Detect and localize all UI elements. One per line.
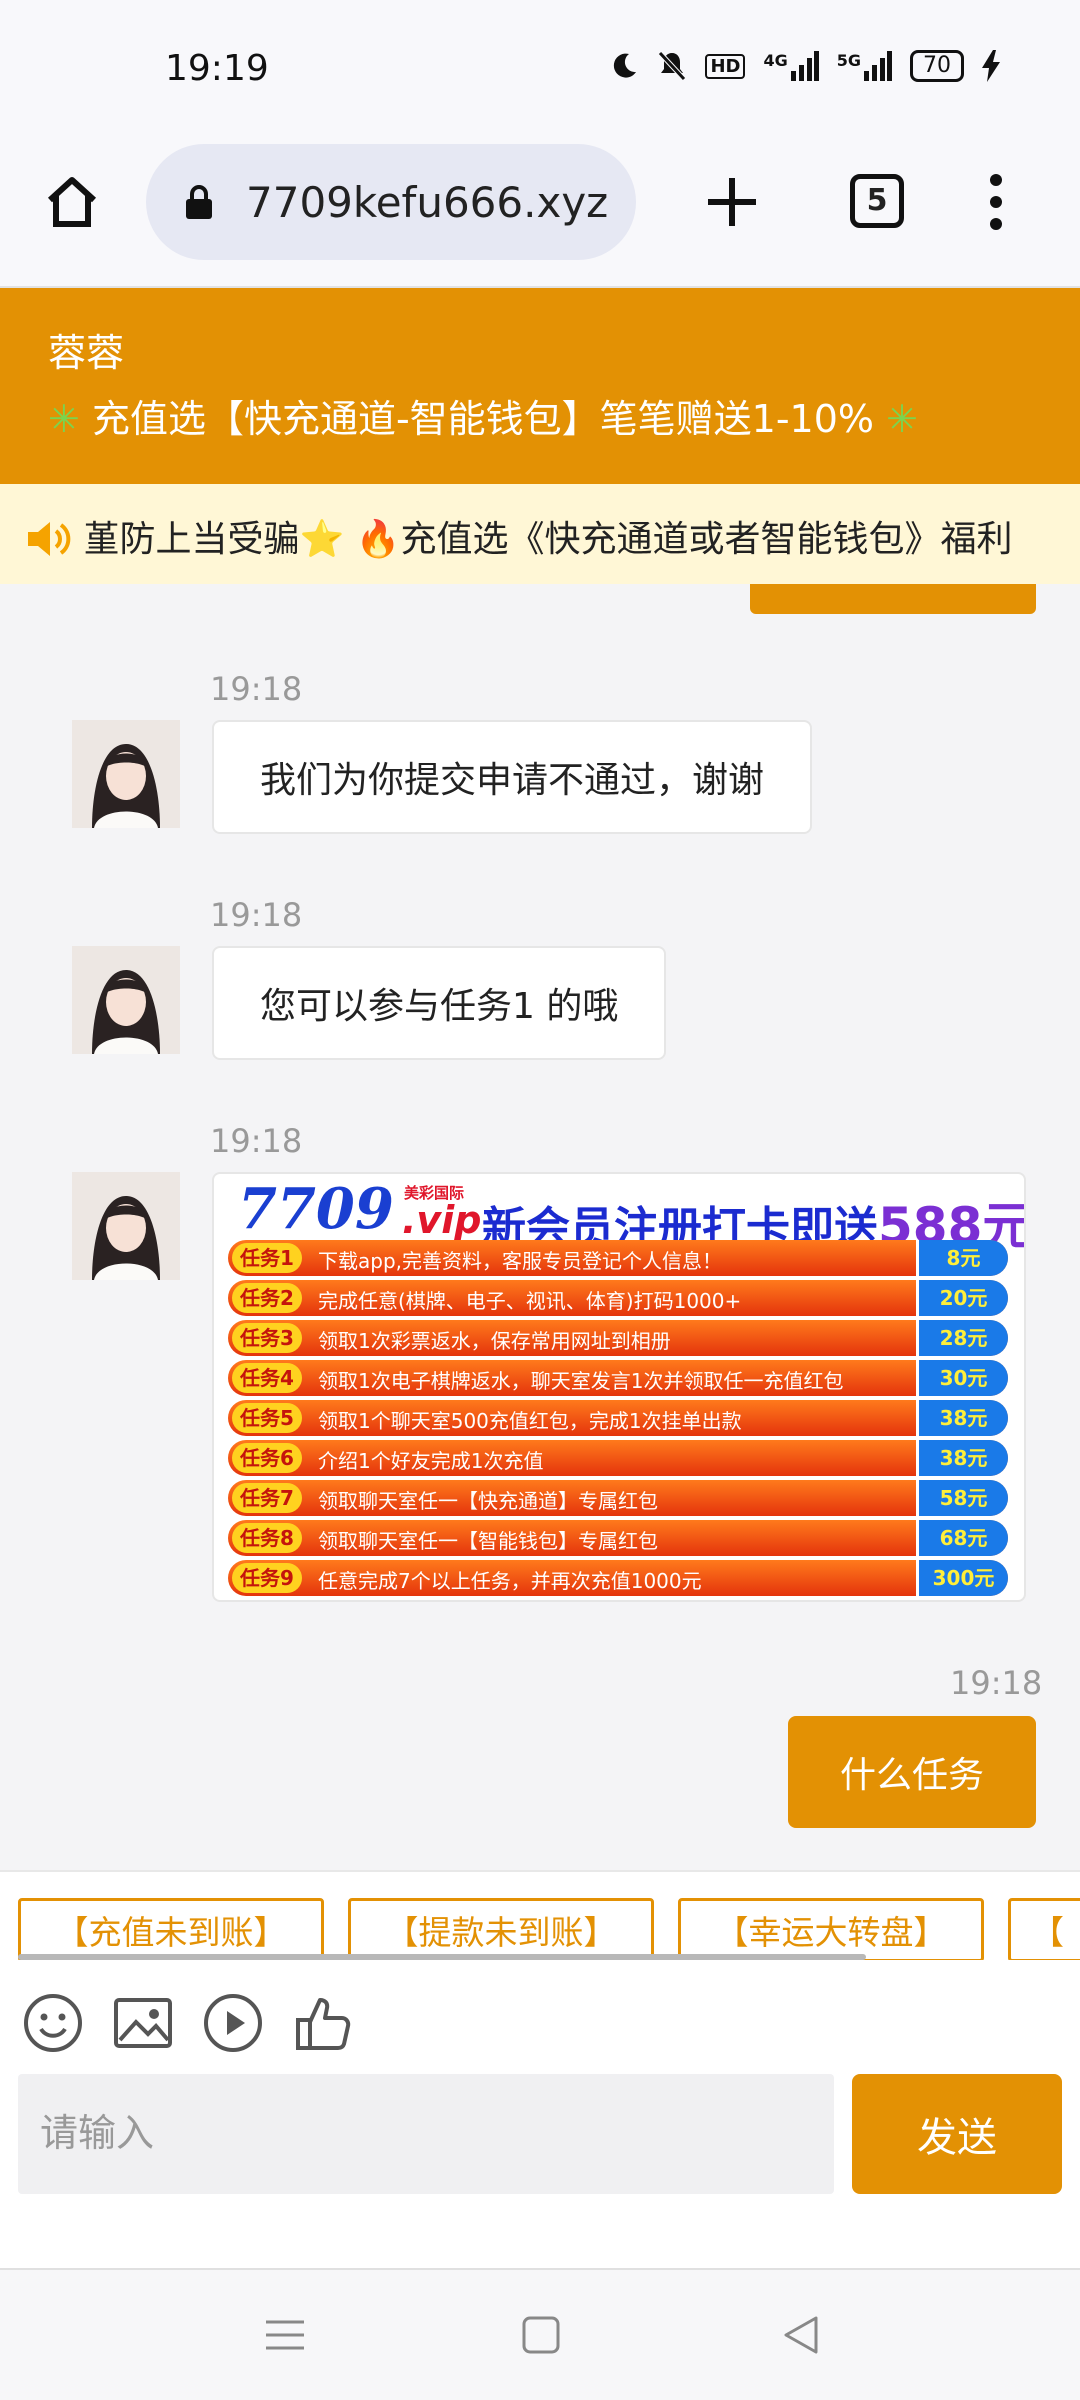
status-time: 19:19 [165, 48, 269, 89]
message-time: 19:18 [950, 1664, 1043, 1702]
signal-bars-icon [864, 51, 892, 81]
address-bar[interactable]: 7709kefu666.xyz [146, 144, 636, 260]
task-desc: 领取1次彩票返水，保存常用网址到相册 [318, 1329, 671, 1353]
header-notice: ✳ 充值选【快充通道-智能钱包】笔笔赠送1-10% ✳ [48, 388, 918, 443]
quick-reply-bar: 【充值未到账】 【提款未到账】 【幸运大转盘】 【 [0, 1870, 1080, 1960]
thumbs-up-icon[interactable] [292, 1992, 354, 2054]
plus-icon[interactable] [700, 170, 764, 234]
task-desc: 下载app,完善资料，客服专员登记个人信息！ [318, 1249, 723, 1273]
task-tag: 任务7 [232, 1483, 302, 1513]
task-row: 任务2 完成任意(棋牌、电子、视讯、体育)打码1000+ 20元 [228, 1280, 1008, 1316]
image-icon[interactable] [112, 1992, 174, 2054]
task-reward: 28元 [916, 1320, 1008, 1356]
system-nav-bar [0, 2270, 1080, 2400]
quick-tag-recharge[interactable]: 【充值未到账】 [18, 1898, 324, 1960]
task-row: 任务6 介绍1个好友完成1次充值 38元 [228, 1440, 1008, 1476]
more-vert-icon[interactable] [985, 170, 1007, 234]
message-bubble: 您可以参与任务1 的哦 [212, 946, 667, 1060]
input-area: 发送 [0, 1960, 1080, 2270]
task-tag: 任务3 [232, 1323, 302, 1353]
url-text: 7709kefu666.xyz [246, 178, 609, 227]
task-tag: 任务8 [232, 1523, 302, 1553]
task-row: 任务9 任意完成7个以上任务，并再次充值1000元 300元 [228, 1560, 1008, 1596]
task-desc: 领取聊天室任一【智能钱包】专属红包 [318, 1529, 658, 1553]
self-message-bubble: 什么任务 [788, 1716, 1036, 1828]
task-desc: 完成任意(棋牌、电子、视讯、体育)打码1000+ [318, 1289, 742, 1313]
home-icon[interactable] [42, 172, 102, 232]
previous-message-bubble [750, 584, 1036, 614]
status-icons: HD 4G 5G 70 [609, 50, 1000, 82]
task-reward: 68元 [916, 1520, 1008, 1556]
message-input[interactable] [18, 2074, 834, 2194]
marquee-text: 堇防上当受骗⭐ 🔥充值选《快充通道或者智能钱包》福利 [26, 510, 1013, 562]
nav-menu-icon[interactable] [260, 2310, 310, 2360]
task-tag: 任务6 [232, 1443, 302, 1473]
emoji-icon[interactable] [22, 1992, 84, 2054]
signal-bars-icon [790, 51, 819, 81]
task-row: 任务5 领取1个聊天室500充值红包，完成1次挂单出款 38元 [228, 1400, 1008, 1436]
nav-back-icon[interactable] [776, 2310, 826, 2360]
message-time: 19:18 [210, 1122, 303, 1160]
task-desc: 领取1次电子棋牌返水，聊天室发言1次并领取任一充值红包 [318, 1369, 844, 1393]
task-row: 任务4 领取1次电子棋牌返水，聊天室发言1次并领取任一充值红包 30元 [228, 1360, 1008, 1396]
task-reward: 38元 [916, 1400, 1008, 1436]
tabs-icon[interactable]: 5 [850, 174, 904, 228]
task-desc: 任意完成7个以上任务，并再次充值1000元 [318, 1569, 702, 1593]
promo-vip: .vip [402, 1198, 482, 1242]
task-row: 任务1 下载app,完善资料，客服专员登记个人信息！ 8元 [228, 1240, 1008, 1276]
task-tag: 任务4 [232, 1363, 302, 1393]
task-tag: 任务9 [232, 1563, 302, 1593]
task-reward: 30元 [916, 1360, 1008, 1396]
promo-header: 7709 美彩国际 .vip 新会员注册打卡即送588元 [234, 1176, 1024, 1255]
lock-icon [186, 185, 212, 219]
speaker-icon [28, 522, 71, 556]
signal-5g: 5G [837, 51, 892, 81]
sparkle-icon: ✳ [48, 397, 80, 441]
task-tag: 任务1 [232, 1243, 302, 1273]
avatar[interactable] [72, 1172, 180, 1280]
task-row: 任务3 领取1次彩票返水，保存常用网址到相册 28元 [228, 1320, 1008, 1356]
send-button[interactable]: 发送 [852, 2074, 1062, 2194]
quick-tag-more[interactable]: 【 [1008, 1898, 1080, 1960]
task-row: 任务8 领取聊天室任一【智能钱包】专属红包 68元 [228, 1520, 1008, 1556]
quick-tag-withdraw[interactable]: 【提款未到账】 [348, 1898, 654, 1960]
marquee-content: 堇防上当受骗⭐ 🔥充值选《快充通道或者智能钱包》福利 [83, 519, 1013, 560]
message-bubble: 我们为你提交申请不通过，谢谢 [212, 720, 813, 834]
task-reward: 300元 [916, 1560, 1008, 1596]
nav-home-icon[interactable] [516, 2310, 566, 2360]
avatar[interactable] [72, 946, 180, 1054]
task-reward: 38元 [916, 1440, 1008, 1476]
status-bar: 19:19 HD 4G 5G 70 [0, 0, 1080, 140]
mute-bell-icon [658, 51, 687, 81]
sparkle-icon: ✳ [886, 397, 918, 441]
task-row: 任务7 领取聊天室任一【快充通道】专属红包 58元 [228, 1480, 1008, 1516]
battery-indicator: 70 [910, 50, 964, 82]
message-list[interactable]: 19:18 我们为你提交申请不通过，谢谢 19:18 您可以参与任务1 的哦 1… [0, 584, 1080, 1870]
task-desc: 领取聊天室任一【快充通道】专属红包 [318, 1489, 658, 1513]
agent-name: 蓉蓉 [48, 331, 125, 375]
task-desc: 介绍1个好友完成1次充值 [318, 1449, 544, 1473]
message-time: 19:18 [210, 896, 303, 934]
browser-toolbar: 7709kefu666.xyz 5 [0, 140, 1080, 288]
header-notice-text: 充值选【快充通道-智能钱包】笔笔赠送1-10% [91, 397, 875, 441]
task-tag: 任务2 [232, 1283, 302, 1313]
play-icon[interactable] [202, 1992, 264, 2054]
task-tag: 任务5 [232, 1403, 302, 1433]
charging-icon [982, 50, 1000, 82]
task-reward: 20元 [916, 1280, 1008, 1316]
moon-icon [614, 53, 637, 78]
promo-number: 7709 [238, 1176, 394, 1242]
announcement-marquee: 堇防上当受骗⭐ 🔥充值选《快充通道或者智能钱包》福利 [0, 484, 1080, 584]
hd-badge: HD [705, 53, 746, 79]
quick-tag-wheel[interactable]: 【幸运大转盘】 [678, 1898, 984, 1960]
chat-header: 蓉蓉 ✳ 充值选【快充通道-智能钱包】笔笔赠送1-10% ✳ [0, 288, 1080, 484]
task-desc: 领取1个聊天室500充值红包，完成1次挂单出款 [318, 1409, 742, 1433]
avatar[interactable] [72, 720, 180, 828]
task-reward: 58元 [916, 1480, 1008, 1516]
promo-image[interactable]: 7709 美彩国际 .vip 新会员注册打卡即送588元 任务1 下载app,完善… [212, 1172, 1026, 1602]
message-time: 19:18 [210, 670, 303, 708]
signal-4g: 4G [763, 51, 819, 81]
task-reward: 8元 [916, 1240, 1008, 1276]
